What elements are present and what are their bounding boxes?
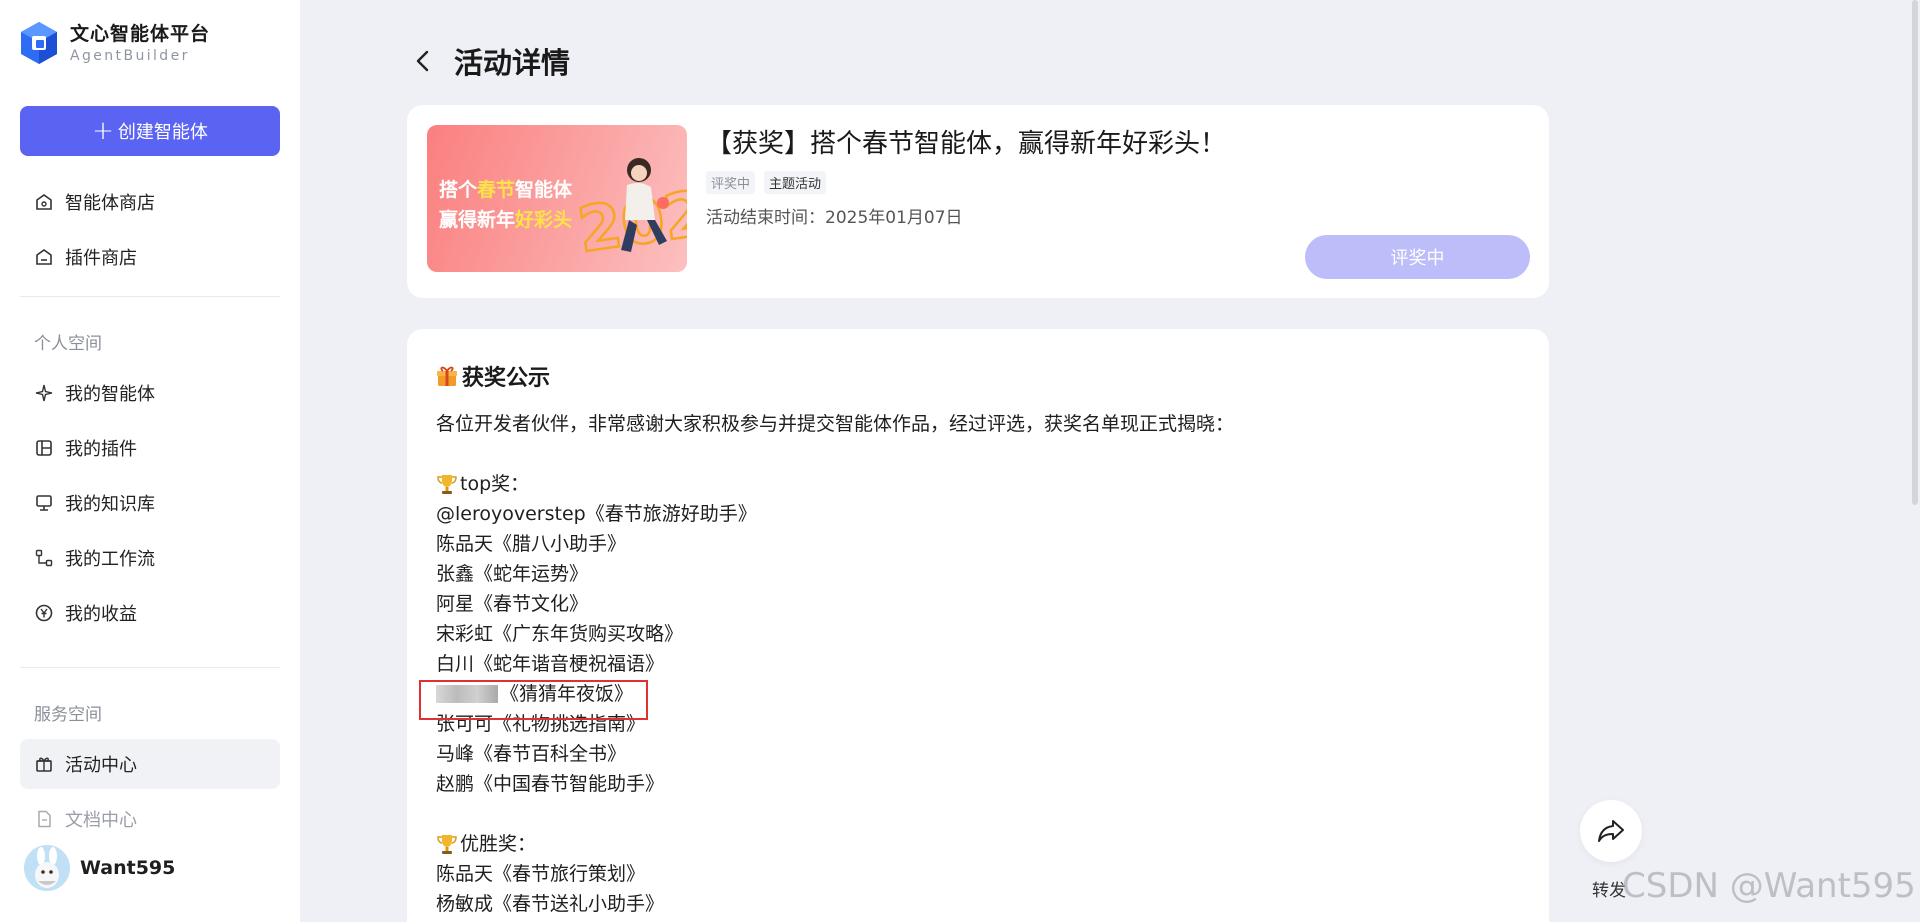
winner-line: 马峰《春节百科全书》 — [436, 743, 627, 765]
sidebar-item-label: 我的收益 — [65, 604, 137, 625]
workflow-icon — [34, 548, 54, 568]
sidebar-item-my-knowledge[interactable]: 我的知识库 — [20, 478, 280, 528]
logo-icon — [21, 22, 57, 64]
share-button[interactable] — [1580, 800, 1642, 862]
sidebar-divider — [20, 296, 280, 297]
avatar — [24, 845, 70, 891]
winner-line: 陈品天《春节旅行策划》 — [436, 863, 646, 885]
sidebar-item-my-workflow[interactable]: 我的工作流 — [20, 533, 280, 583]
winner-line: 张鑫《蛇年运势》 — [436, 563, 589, 585]
sidebar-item-label: 活动中心 — [65, 755, 137, 776]
sidebar-item-label: 文档中心 — [65, 810, 137, 831]
sidebar-item-agent-store[interactable]: 智能体商店 — [20, 177, 280, 227]
create-agent-label: 创建智能体 — [117, 122, 208, 143]
sidebar-item-label: 智能体商店 — [65, 193, 155, 214]
banner-line-2: 赢得新年好彩头 — [439, 209, 573, 231]
logo-subtitle: AgentBuilder — [70, 47, 190, 64]
activity-summary-card: 搭个春节智能体 赢得新年好彩头 2025 【获奖】搭个春节智能体，赢得新年好彩头… — [407, 105, 1549, 298]
service-space-title: 服务空间 — [34, 705, 102, 725]
csdn-watermark: CSDN @Want595 — [1622, 866, 1916, 906]
winner-line: 陈品天《腊八小助手》 — [436, 533, 627, 555]
trophy-icon — [437, 835, 457, 854]
page-title: 活动详情 — [454, 46, 571, 80]
sidebar-item-label: 我的知识库 — [65, 494, 155, 515]
top-award-title: top奖： — [436, 469, 1516, 499]
activity-title: 【获奖】搭个春节智能体，赢得新年好彩头！ — [706, 129, 1227, 159]
scrollbar[interactable] — [1912, 0, 1918, 505]
gift-icon — [34, 754, 54, 774]
share-label: 转发 — [1592, 881, 1626, 901]
winner-line: 张可可《礼物挑选指南》 — [436, 713, 646, 735]
yen-icon — [34, 603, 54, 623]
sidebar-item-label: 我的智能体 — [65, 384, 155, 405]
store-icon — [34, 192, 54, 212]
activity-end-time: 活动结束时间：2025年01月07日 — [706, 208, 963, 228]
sidebar-item-doc-center[interactable]: 文档中心 — [20, 794, 280, 844]
announcement-card: 获奖公示 各位开发者伙伴，非常感谢大家积极参与并提交智能体作品，经过评选，获奖名… — [407, 329, 1549, 922]
user-profile[interactable]: Want595 — [24, 845, 175, 891]
layout-icon — [34, 438, 54, 458]
logo[interactable]: 文心智能体平台 AgentBuilder — [18, 20, 210, 66]
winner-line-redacted: 《猜猜年夜饭》 — [436, 679, 1516, 709]
document-icon — [34, 809, 54, 829]
sidebar-item-label: 我的插件 — [65, 439, 137, 460]
plus-icon: + — [92, 116, 114, 146]
winner-line: 杨敏成《春节送礼小助手》 — [436, 893, 665, 915]
activity-banner: 搭个春节智能体 赢得新年好彩头 2025 — [427, 125, 687, 272]
monitor-icon — [34, 493, 54, 513]
winner-line: 赵鹏《中国春节智能助手》 — [436, 773, 665, 795]
winner-line: 宋彩虹《广东年货购买攻略》 — [436, 623, 684, 645]
winner-line: @leroyoverstep《春节旅游好助手》 — [436, 503, 757, 525]
sidebar: 文心智能体平台 AgentBuilder + 创建智能体 智能体商店 插件商店 … — [0, 0, 300, 922]
excellent-award-title: 优胜奖： — [436, 829, 1516, 859]
category-badge: 主题活动 — [764, 171, 827, 194]
announcement-heading-text: 获奖公示 — [462, 366, 551, 391]
sidebar-item-plugin-store[interactable]: 插件商店 — [20, 232, 280, 282]
judging-status-button[interactable]: 评奖中 — [1305, 235, 1530, 279]
banner-line-1: 搭个春节智能体 — [439, 179, 573, 201]
sidebar-item-label: 我的工作流 — [65, 549, 155, 570]
sidebar-item-activity-center[interactable]: 活动中心 — [20, 739, 280, 789]
winner-line: 白川《蛇年谐音梗祝福语》 — [436, 653, 665, 675]
plugin-store-icon — [34, 247, 54, 267]
back-arrow-icon[interactable] — [410, 49, 434, 73]
create-agent-button[interactable]: + 创建智能体 — [20, 106, 280, 156]
trophy-icon — [437, 475, 457, 494]
announcement-intro: 各位开发者伙伴，非常感谢大家积极参与并提交智能体作品，经过评选，获奖名单现正式揭… — [436, 413, 1235, 435]
sidebar-item-label: 插件商店 — [65, 248, 137, 269]
sparkle-icon — [34, 383, 54, 403]
sidebar-item-my-plugins[interactable]: 我的插件 — [20, 423, 280, 473]
sidebar-divider — [20, 667, 280, 668]
status-badge: 评奖中 — [706, 171, 756, 194]
username: Want595 — [80, 857, 176, 879]
winner-line: 阿星《春节文化》 — [436, 593, 589, 615]
sidebar-item-my-earnings[interactable]: 我的收益 — [20, 588, 280, 638]
redacted-name — [436, 685, 498, 703]
share-icon — [1598, 820, 1624, 842]
personal-space-title: 个人空间 — [34, 334, 102, 354]
banner-illustration: 2025 — [577, 158, 687, 268]
gift-emoji-icon — [437, 366, 457, 386]
logo-title: 文心智能体平台 — [70, 22, 211, 45]
sidebar-item-my-agents[interactable]: 我的智能体 — [20, 368, 280, 418]
announcement-heading: 获奖公示 — [436, 359, 1516, 393]
page-header: 活动详情 — [410, 40, 570, 82]
